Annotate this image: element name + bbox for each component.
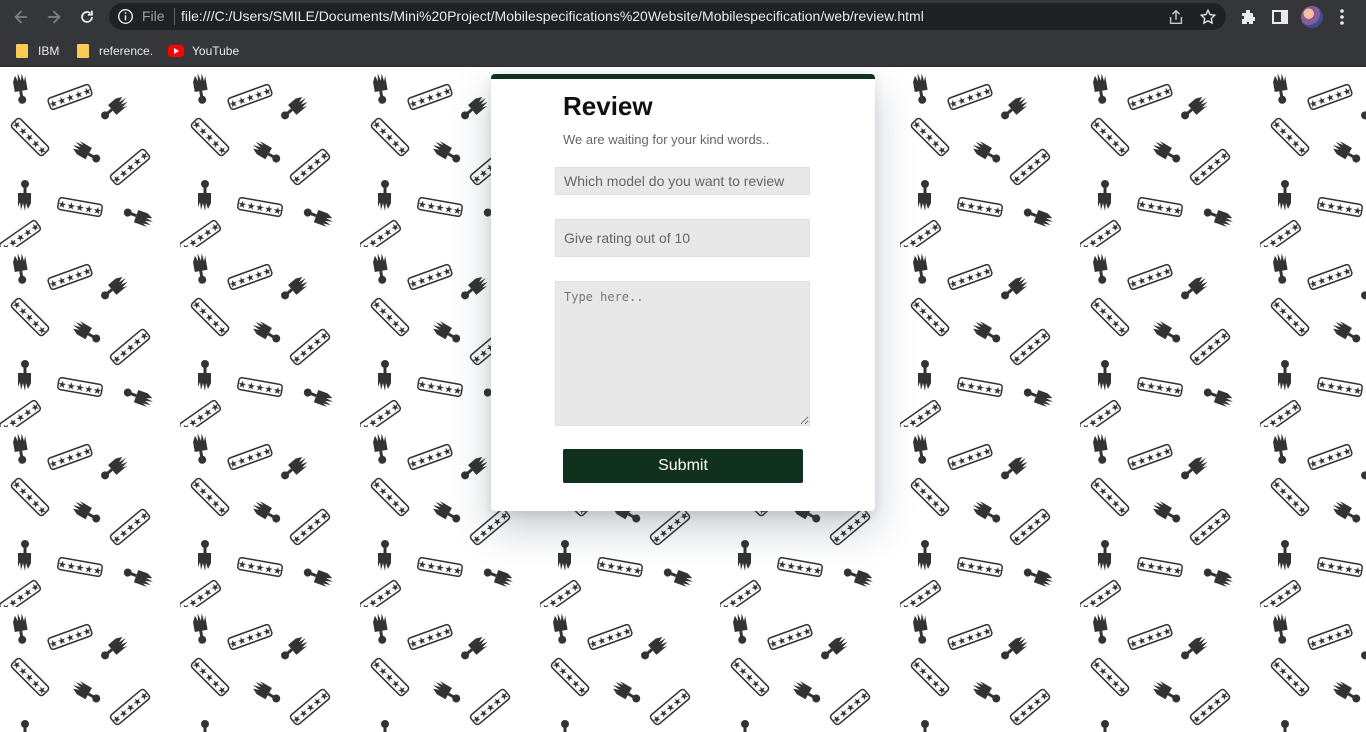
reload-button[interactable] [75, 5, 99, 29]
page-title: Review [563, 91, 653, 121]
side-panel-icon[interactable] [1270, 7, 1290, 27]
address-bar[interactable]: File file:///C:/Users/SMILE/Documents/Mi… [109, 3, 1226, 30]
browser-toolbar: File file:///C:/Users/SMILE/Documents/Mi… [0, 0, 1366, 34]
url-text[interactable]: file:///C:/Users/SMILE/Documents/Mini%20… [181, 8, 924, 24]
bookmark-label: reference. [99, 44, 154, 58]
folder-icon [16, 44, 28, 58]
arrow-right-icon [47, 10, 61, 24]
model-input[interactable] [555, 167, 810, 195]
submit-button[interactable]: Submit [563, 449, 803, 483]
info-icon[interactable] [117, 8, 134, 25]
review-card: Review We are waiting for your kind word… [491, 74, 875, 511]
bookmark-reference[interactable]: reference. [77, 41, 153, 61]
review-textarea[interactable] [555, 281, 810, 426]
back-button[interactable] [9, 5, 33, 29]
profile-avatar[interactable] [1301, 6, 1323, 28]
reload-icon [81, 10, 93, 23]
scheme-label: File [142, 8, 165, 24]
extensions-icon[interactable] [1238, 7, 1258, 27]
page-viewport: ★★★★★ Review We are waiting for [0, 67, 1366, 732]
folder-icon [77, 44, 89, 58]
bookmarks-bar: IBM reference. YouTube [0, 34, 1366, 67]
omnibox-divider [174, 8, 175, 25]
page-subtitle: We are waiting for your kind words.. [563, 132, 770, 147]
bookmark-label: IBM [38, 44, 60, 58]
rating-input[interactable] [555, 219, 810, 257]
bookmark-label: YouTube [192, 44, 240, 58]
arrow-left-icon [14, 10, 28, 24]
star-icon[interactable] [1199, 8, 1217, 26]
share-icon[interactable] [1167, 8, 1185, 26]
bookmark-ibm[interactable]: IBM [16, 41, 59, 61]
bookmark-youtube[interactable]: YouTube [168, 41, 239, 61]
menu-dots-icon[interactable] [1332, 7, 1352, 27]
youtube-icon [168, 45, 184, 57]
forward-button[interactable] [42, 5, 66, 29]
